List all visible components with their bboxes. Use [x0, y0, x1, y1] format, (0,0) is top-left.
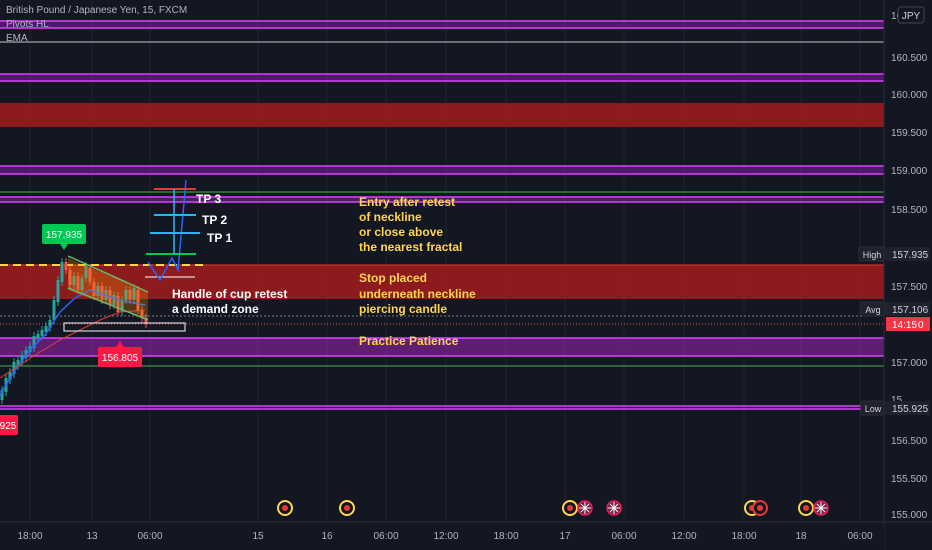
entry-annotation-line3[interactable]: or close above [359, 225, 443, 239]
entry-annotation-line4[interactable]: the nearest fractal [359, 240, 462, 254]
time-tick: 06:00 [373, 531, 398, 542]
current-time: 14:15 [892, 320, 917, 331]
candle-body [40, 330, 44, 336]
low-value: 155.925 [892, 404, 929, 415]
time-tick: 18 [795, 531, 807, 542]
time-tick: 15 [252, 531, 264, 542]
chart-canvas[interactable]: 157.935 156.805 925 TP 3 TP 2 TP 1 Handl… [0, 0, 932, 550]
high-label: High [863, 250, 882, 260]
handle-annotation-line2[interactable]: a demand zone [172, 302, 259, 316]
currency-button[interactable]: JPY [897, 6, 925, 24]
price-tick: 159.000 [891, 166, 928, 177]
price-tick: 158.500 [891, 205, 928, 216]
time-tick: 16 [321, 531, 333, 542]
pivot-high-text: 157.935 [46, 230, 83, 241]
pivot-low-text: 156.805 [102, 353, 139, 364]
time-tick: 12:00 [671, 531, 696, 542]
candle-body [64, 262, 68, 270]
time-tick: 13 [86, 531, 98, 542]
price-tick: 160.500 [891, 53, 928, 64]
time-tick: 06:00 [611, 531, 636, 542]
price-tick: 160.000 [891, 90, 928, 101]
low-label: Low [865, 404, 882, 414]
time-tick: 18:00 [731, 531, 756, 542]
legend-indicator-pivots[interactable]: Pivots HL [6, 19, 49, 31]
candle-body [56, 280, 60, 302]
entry-annotation-line1[interactable]: Entry after retest [359, 195, 455, 209]
legend-symbol[interactable]: British Pound / Japanese Yen, 15, FXCM [6, 5, 187, 17]
time-tick: 18:00 [17, 531, 42, 542]
avg-label: Avg [865, 305, 880, 315]
price-tick: 156.500 [891, 436, 928, 447]
price-tick: 157.000 [891, 358, 928, 369]
entry-annotation-line2[interactable]: of neckline [359, 210, 422, 224]
time-tick: 06:00 [847, 531, 872, 542]
stop-annotation-line3[interactable]: piercing candle [359, 302, 447, 316]
tp2-label[interactable]: TP 2 [202, 213, 227, 227]
currency-button-label: JPY [902, 11, 921, 22]
stop-annotation-line2[interactable]: underneath neckline [359, 287, 476, 301]
tp1-label[interactable]: TP 1 [207, 231, 232, 245]
legend-indicator-ema[interactable]: EMA [6, 33, 28, 45]
price-tick: 155.000 [891, 510, 928, 521]
candle-body [60, 262, 64, 282]
current-value: 0 [918, 320, 924, 331]
stop-annotation-line1[interactable]: Stop placed [359, 271, 427, 285]
high-value: 157.935 [892, 250, 929, 261]
candle-body [52, 300, 56, 320]
price-tick: 157.500 [891, 282, 928, 293]
time-tick: 06:00 [137, 531, 162, 542]
time-tick: 12:00 [433, 531, 458, 542]
time-axis[interactable]: 18:00 13 06:00 15 16 06:00 12:00 18:00 1… [0, 521, 932, 550]
time-tick: 18:00 [493, 531, 518, 542]
handle-annotation-line1[interactable]: Handle of cup retest [172, 287, 287, 301]
avg-value: 157.106 [892, 305, 929, 316]
patience-annotation[interactable]: Practice Patience [359, 334, 459, 348]
price-tick: 159.500 [891, 128, 928, 139]
pivot-low-left-text: 925 [0, 421, 17, 432]
tp3-label[interactable]: TP 3 [196, 192, 221, 206]
candle-body [36, 334, 40, 338]
pivot-low-left-label[interactable]: 925 [0, 415, 18, 435]
price-tick: 155.500 [891, 474, 928, 485]
time-tick: 17 [559, 531, 571, 542]
